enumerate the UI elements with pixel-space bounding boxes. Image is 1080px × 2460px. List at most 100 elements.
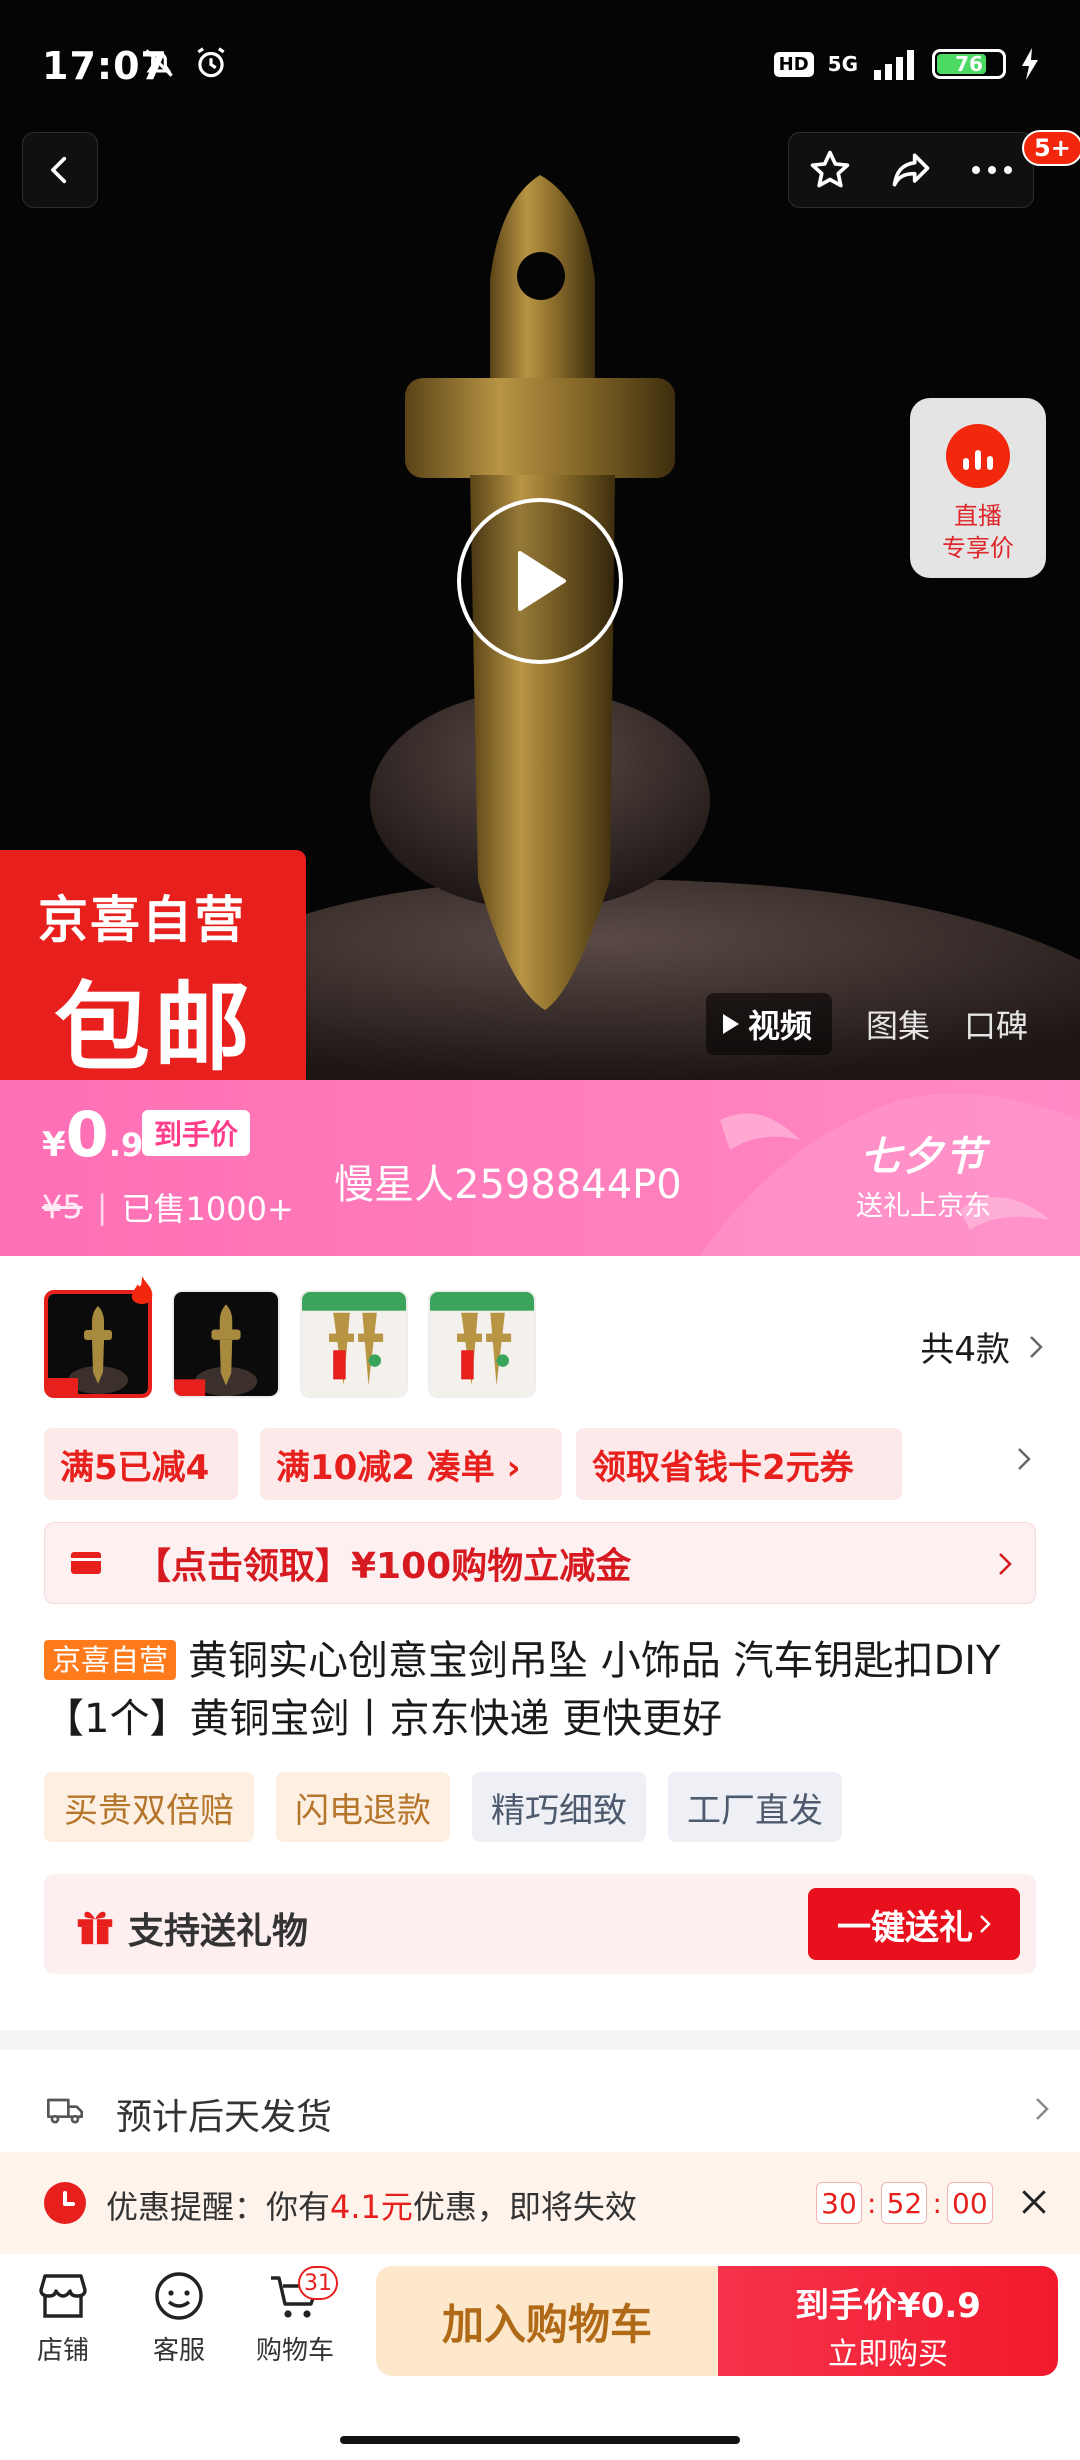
live-label-line2: 专享价 xyxy=(942,534,1014,562)
festival-badge: 七夕节 送礼上京东 xyxy=(856,1124,991,1223)
tab-reviews[interactable]: 口碑 xyxy=(964,1001,1028,1047)
play-small-icon xyxy=(723,1014,739,1034)
service-label: 客服 xyxy=(152,2336,205,2366)
countdown-timer: 30 : 52 : 00 xyxy=(816,2182,993,2224)
feature-tag[interactable]: 精巧细致 xyxy=(472,1772,646,1842)
price-banner: ¥ 0 .9 到手价 ¥5 | 已售1000+ 慢星人2598844P0 七夕节… xyxy=(0,1080,1080,1256)
gift-icon xyxy=(77,1911,113,1945)
feature-tag[interactable]: 闪电退款 xyxy=(276,1772,450,1842)
buy-price-label: 到手价¥0.9 xyxy=(795,2286,981,2326)
variant-selector: 共4款 xyxy=(44,1276,1044,1400)
shipping-text: 预计后天发货 xyxy=(116,2097,333,2138)
variant-image xyxy=(174,1292,278,1396)
chevron-right-icon xyxy=(999,1553,1012,1575)
store-icon xyxy=(39,2274,87,2318)
voucher-banner[interactable]: 【点击领取】¥100购物立减金 xyxy=(44,1522,1036,1604)
reminder-prefix: 优惠提醒：你有 xyxy=(106,2188,331,2226)
variant-count-label: 共4款 xyxy=(920,1330,1010,1370)
play-video-button[interactable] xyxy=(457,498,623,664)
home-indicator[interactable] xyxy=(340,2436,740,2444)
variant-thumb[interactable] xyxy=(172,1290,280,1398)
variant-thumb[interactable] xyxy=(300,1290,408,1398)
share-button[interactable] xyxy=(876,135,946,205)
price-secondary: ¥5 | 已售1000+ xyxy=(42,1184,294,1230)
play-icon xyxy=(518,551,566,611)
promo-badge: 京喜自营 包邮 xyxy=(0,850,306,1080)
chevron-right-icon xyxy=(980,1915,991,1933)
product-title: 京喜自营 黄铜实心创意宝剑吊坠 小饰品 汽车钥匙扣DIY 【1个】黄铜宝剑丨京东快… xyxy=(44,1632,1044,1748)
chevron-right-icon xyxy=(1030,1335,1043,1358)
chat-icon xyxy=(155,2272,203,2320)
countdown-hours: 30 xyxy=(816,2182,862,2224)
buy-now-label: 立即购买 xyxy=(828,2337,948,2372)
send-gift-button[interactable]: 一键送礼 xyxy=(808,1888,1020,1960)
chevron-right-icon[interactable] xyxy=(1016,1446,1032,1472)
shop-label: 店铺 xyxy=(36,2336,89,2366)
price-integer: 0 xyxy=(65,1098,109,1171)
card-icon xyxy=(71,1552,101,1574)
price-tag: 到手价 xyxy=(142,1110,251,1156)
original-price: ¥5 xyxy=(42,1188,83,1226)
buy-now-button[interactable]: 到手价¥0.9 立即购买 xyxy=(718,2266,1058,2376)
header-actions xyxy=(788,132,1034,208)
network-label: 5G xyxy=(827,52,858,76)
variant-image xyxy=(430,1292,534,1396)
gift-section: 支持送礼物 一键送礼 xyxy=(44,1874,1036,1974)
variant-count-button[interactable]: 共4款 xyxy=(920,1322,1044,1371)
tab-video-label: 视频 xyxy=(748,1007,813,1045)
cart-label: 购物车 xyxy=(255,2336,334,2366)
more-button[interactable] xyxy=(957,135,1027,205)
back-button[interactable] xyxy=(22,132,98,208)
shop-button[interactable]: 店铺 xyxy=(8,2272,118,2367)
live-price-button[interactable]: 直播 专享价 xyxy=(910,398,1046,578)
feature-tag[interactable]: 买贵双倍赔 xyxy=(44,1772,254,1842)
signal-icon xyxy=(874,50,914,80)
price-decimal: .9 xyxy=(108,1126,144,1164)
alarm-icon xyxy=(197,47,225,78)
promo-line2: 包邮 xyxy=(54,972,254,1080)
price-separator: | xyxy=(96,1188,108,1226)
sold-count: 已售1000+ xyxy=(121,1190,294,1228)
media-tabs: 视频 图集 口碑 xyxy=(706,992,1028,1056)
add-to-cart-button[interactable]: 加入购物车 xyxy=(376,2266,718,2376)
product-title-text: 黄铜实心创意宝剑吊坠 小饰品 汽车钥匙扣DIY 【1个】黄铜宝剑丨京东快递 更快… xyxy=(44,1638,1001,1742)
favorite-button[interactable] xyxy=(795,135,865,205)
battery-icon: 76 xyxy=(932,49,1006,79)
charging-icon xyxy=(1022,48,1038,80)
status-icons xyxy=(140,44,230,82)
section-divider xyxy=(0,2030,1080,2050)
coupon-row: 满5已减4 满10减2 凑单 › 领取省钱卡2元券 xyxy=(44,1428,1044,1500)
tab-gallery[interactable]: 图集 xyxy=(866,1001,930,1047)
countdown-separator: : xyxy=(932,2186,942,2220)
coupon-chip[interactable]: 满5已减4 xyxy=(44,1428,238,1500)
chevron-right-icon xyxy=(1036,2098,1049,2120)
service-button[interactable]: 客服 xyxy=(124,2272,234,2367)
product-media[interactable]: 17:07 HD 5G 76 5+ 直播 专享价 京喜自营 包邮 视频 图集 口… xyxy=(0,0,1080,1080)
reminder-suffix: 优惠，即将失效 xyxy=(412,2188,637,2226)
bottom-action-bar: 店铺 客服 购物车 31 加入购物车 到手价¥0.9 立即购买 xyxy=(0,2254,1080,2384)
variant-image xyxy=(302,1292,406,1396)
coupon-chip[interactable]: 满10减2 凑单 › xyxy=(260,1428,562,1500)
cart-count-badge: 31 xyxy=(298,2266,338,2300)
shipping-row[interactable]: 预计后天发货 xyxy=(0,2070,1080,2150)
send-gift-label: 一键送礼 xyxy=(837,1907,973,1948)
close-icon[interactable] xyxy=(1018,2186,1050,2218)
truck-icon xyxy=(47,2098,83,2124)
clock-icon xyxy=(44,2182,86,2224)
self-operated-badge: 京喜自营 xyxy=(44,1640,177,1680)
voucher-text: 【点击领取】¥100购物立减金 xyxy=(135,1546,632,1587)
final-price: ¥ 0 .9 xyxy=(42,1098,143,1171)
reminder-text: 优惠提醒：你有4.1元优惠，即将失效 xyxy=(106,2182,637,2228)
coupon-chip[interactable]: 领取省钱卡2元券 xyxy=(576,1428,902,1500)
reminder-amount: 4.1元 xyxy=(330,2188,413,2226)
more-icon xyxy=(972,166,1013,174)
status-right: HD 5G 76 xyxy=(773,48,1040,80)
feature-tag[interactable]: 工厂直发 xyxy=(668,1772,842,1842)
variant-thumb[interactable] xyxy=(428,1290,536,1398)
live-label-line1: 直播 xyxy=(954,502,1002,530)
tab-video[interactable]: 视频 xyxy=(706,993,833,1055)
mute-icon xyxy=(145,49,173,77)
hd-badge: HD xyxy=(773,51,814,77)
price-currency: ¥ xyxy=(42,1125,66,1165)
live-label: 直播 专享价 xyxy=(942,500,1014,564)
